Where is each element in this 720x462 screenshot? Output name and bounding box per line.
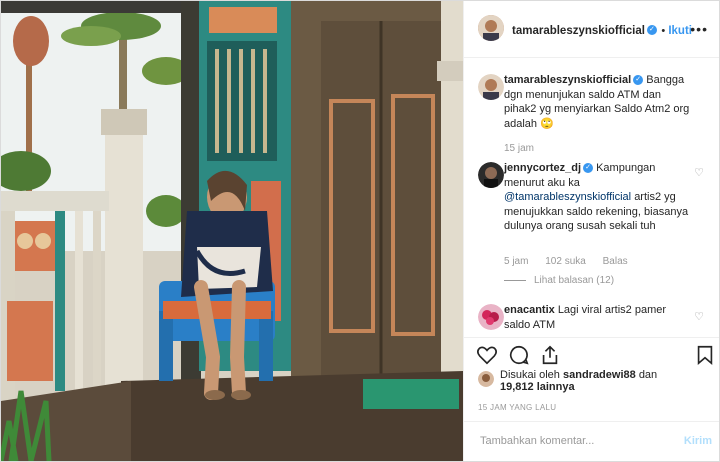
share-icon[interactable] bbox=[539, 344, 561, 366]
caption-meta: 15 jam bbox=[504, 143, 548, 154]
comment-text-block: jennycortez_dj ✓ Kampungan menurut aku ka… bbox=[504, 161, 694, 234]
follow-button[interactable]: Ikuti bbox=[668, 25, 692, 37]
author-avatar[interactable] bbox=[478, 15, 504, 41]
like-comment-heart-icon[interactable]: ♡ bbox=[694, 166, 704, 179]
comment-meta: 5 jam 102 suka Balas bbox=[504, 256, 642, 267]
post-side-panel: tamarableszynskiofficial ✓ • Ikuti ••• ta… bbox=[463, 1, 719, 461]
likes-others-count[interactable]: 19,812 lainnya bbox=[500, 381, 575, 393]
avatar-image bbox=[478, 371, 494, 387]
replies-line-divider bbox=[504, 279, 526, 281]
commenter-avatar[interactable] bbox=[478, 304, 504, 330]
comment-username[interactable]: jennycortez_dj bbox=[504, 162, 581, 174]
comment-username[interactable]: tamarableszynskiofficial bbox=[504, 74, 631, 86]
post-photo[interactable] bbox=[1, 1, 463, 461]
add-comment-bar: Kirim bbox=[464, 421, 719, 461]
comment-likes[interactable]: 102 suka bbox=[545, 256, 586, 267]
post-date[interactable]: 15 JAM YANG LALU bbox=[478, 403, 556, 412]
comment-time[interactable]: 15 jam bbox=[504, 143, 534, 154]
view-replies-label: Lihat balasan (12) bbox=[534, 275, 615, 286]
post-author-line: tamarableszynskiofficial ✓ • Ikuti bbox=[512, 21, 692, 39]
verified-badge-icon: ✓ bbox=[633, 75, 644, 86]
likes-summary: Disukai oleh sandradewi88 dan 19,812 lai… bbox=[500, 369, 706, 393]
avatar-image bbox=[478, 74, 504, 100]
comment-username[interactable]: enacantix bbox=[504, 304, 555, 316]
likes-prefix: Disukai oleh bbox=[500, 369, 560, 381]
like-comment-heart-icon[interactable]: ♡ bbox=[694, 310, 704, 323]
like-heart-icon[interactable] bbox=[476, 344, 498, 366]
comment-bubble-icon[interactable] bbox=[508, 344, 530, 366]
caption-avatar[interactable] bbox=[478, 74, 504, 100]
instagram-post: tamarableszynskiofficial ✓ • Ikuti ••• ta… bbox=[0, 0, 720, 462]
comments-list: tamarableszynskiofficial ✓ Bangga dgn men… bbox=[464, 58, 719, 336]
commenter-avatar[interactable] bbox=[478, 162, 504, 188]
comment-time[interactable]: 5 jam bbox=[504, 256, 528, 267]
post-header: tamarableszynskiofficial ✓ • Ikuti ••• bbox=[464, 1, 719, 58]
verified-badge-icon: ✓ bbox=[646, 24, 657, 35]
post-photo-illustration bbox=[1, 1, 463, 461]
post-action-bar bbox=[464, 337, 719, 372]
liker-username[interactable]: sandradewi88 bbox=[563, 369, 636, 381]
more-options-icon[interactable]: ••• bbox=[690, 21, 708, 37]
avatar-image bbox=[478, 15, 504, 41]
comment-text-block: enacantix Lagi viral artis2 pamer saldo … bbox=[504, 303, 694, 332]
post-comment-button[interactable]: Kirim bbox=[684, 435, 712, 447]
view-replies-button[interactable]: Lihat balasan (12) bbox=[504, 275, 628, 286]
avatar-image bbox=[478, 304, 504, 330]
save-bookmark-icon[interactable] bbox=[694, 344, 716, 366]
likes-connector: dan bbox=[638, 369, 658, 381]
author-username[interactable]: tamarableszynskiofficial bbox=[512, 25, 645, 37]
reply-button[interactable]: Balas bbox=[603, 256, 628, 267]
verified-badge-icon: ✓ bbox=[583, 163, 594, 174]
avatar-image bbox=[478, 162, 504, 188]
caption-text-block: tamarableszynskiofficial ✓ Bangga dgn men… bbox=[504, 73, 694, 131]
add-comment-input[interactable] bbox=[478, 434, 662, 448]
liker-avatar[interactable] bbox=[478, 371, 494, 387]
comment-mention[interactable]: @tamarableszynskiofficial bbox=[504, 191, 631, 203]
